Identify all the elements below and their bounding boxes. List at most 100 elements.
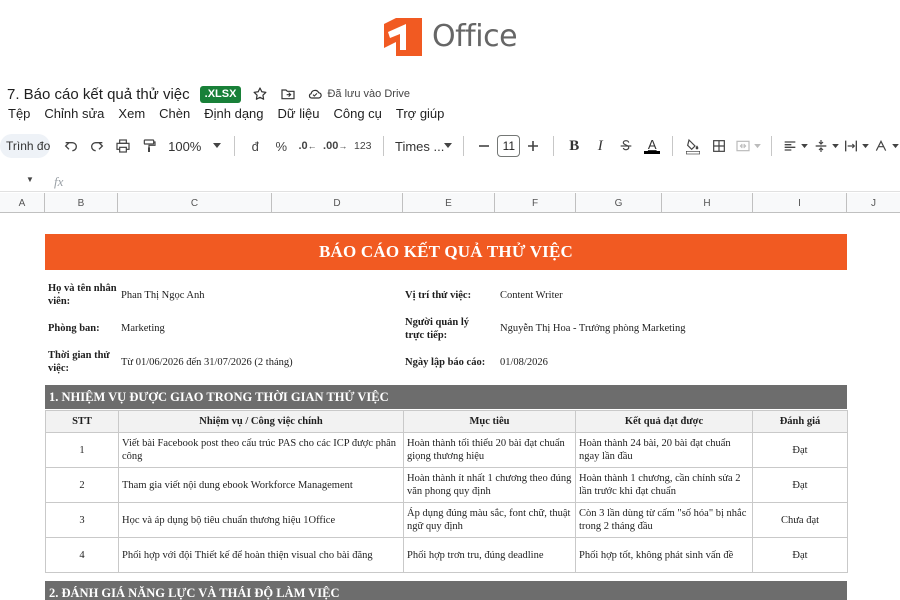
department-value[interactable]: Marketing: [121, 322, 165, 335]
horizontal-align-button[interactable]: [780, 134, 810, 158]
format-currency-button[interactable]: đ: [243, 134, 267, 158]
menu-format[interactable]: Định dạng: [204, 106, 263, 121]
table-cell[interactable]: Hoàn thành 24 bài, 20 bài đạt chuẩn ngay…: [575, 432, 753, 468]
menu-insert[interactable]: Chèn: [159, 106, 190, 121]
merge-cells-button[interactable]: [733, 134, 763, 158]
font-size-increase-button[interactable]: [521, 134, 545, 158]
chevron-down-icon: [891, 143, 899, 148]
doc-title[interactable]: 7. Báo cáo kết quả thử việc: [7, 86, 190, 103]
table-header[interactable]: Mục tiêu: [403, 410, 576, 433]
department-label: Phòng ban:: [48, 323, 100, 334]
column-header-h[interactable]: H: [662, 193, 753, 213]
table-cell[interactable]: Đạt: [752, 537, 848, 573]
table-header[interactable]: Đánh giá: [752, 410, 848, 433]
zoom-select[interactable]: 100%: [162, 139, 227, 154]
probation-period-value[interactable]: Từ 01/06/2026 đến 31/07/2026 (2 tháng): [121, 356, 293, 369]
redo-icon[interactable]: [85, 134, 109, 158]
table-cell[interactable]: Phối hợp với đội Thiết kế để hoàn thiện …: [118, 537, 404, 573]
number-format-button[interactable]: 123: [350, 134, 375, 158]
text-wrapping-button[interactable]: [842, 134, 870, 158]
table-cell[interactable]: Viết bài Facebook post theo cấu trúc PAS…: [118, 432, 404, 468]
section-1-title[interactable]: 1. NHIỆM VỤ ĐƯỢC GIAO TRONG THỜI GIAN TH…: [45, 385, 847, 409]
column-header-j[interactable]: J: [847, 193, 900, 213]
increase-decimal-button[interactable]: .00 →: [322, 134, 348, 158]
menu-file[interactable]: Tệp: [8, 106, 30, 121]
table-cell[interactable]: Đạt: [752, 467, 848, 503]
chevron-down-icon: [444, 143, 453, 148]
position-value[interactable]: Content Writer: [500, 289, 563, 302]
table-header[interactable]: STT: [45, 410, 119, 433]
font-size-input[interactable]: 11: [497, 135, 521, 157]
sheet-grid[interactable]: BÁO CÁO KẾT QUẢ THỬ VIỆC Họ và tên nhân …: [0, 214, 900, 600]
table-cell[interactable]: Học và áp dụng bộ tiêu chuẩn thương hiệu…: [118, 502, 404, 538]
table-cell[interactable]: Áp dụng đúng màu sắc, font chữ, thuật ng…: [403, 502, 576, 538]
font-family-select[interactable]: Times ...: [391, 139, 456, 154]
report-date-value[interactable]: 01/08/2026: [500, 356, 548, 369]
menu-search-button[interactable]: Trình đơn: [0, 134, 51, 158]
column-header-g[interactable]: G: [576, 193, 662, 213]
star-icon[interactable]: [251, 85, 269, 103]
borders-icon[interactable]: [707, 134, 731, 158]
font-size-decrease-button[interactable]: [472, 134, 496, 158]
menu-view[interactable]: Xem: [118, 106, 145, 121]
table-cell[interactable]: Chưa đạt: [752, 502, 848, 538]
move-to-folder-icon[interactable]: [279, 85, 297, 103]
column-header-f[interactable]: F: [495, 193, 576, 213]
menu-tools[interactable]: Công cụ: [333, 106, 381, 121]
print-icon[interactable]: [111, 134, 135, 158]
format-percent-button[interactable]: %: [269, 134, 293, 158]
name-box-dropdown-icon[interactable]: ▼: [26, 175, 34, 184]
table-cell[interactable]: 1: [45, 432, 119, 468]
chevron-down-icon: [862, 143, 870, 148]
table-cell[interactable]: 2: [45, 467, 119, 503]
decrease-decimal-button[interactable]: .0 ←: [295, 134, 320, 158]
menu-bar: Tệp Chỉnh sửa Xem Chèn Định dạng Dữ liệu…: [8, 104, 444, 122]
column-header-b[interactable]: B: [45, 193, 118, 213]
report-date-label: Ngày lập báo cáo:: [405, 357, 486, 368]
table-cell[interactable]: Phối hợp trơn tru, đúng deadline: [403, 537, 576, 573]
table-row: 3 Học và áp dụng bộ tiêu chuẩn thương hi…: [45, 502, 848, 538]
bold-button[interactable]: B: [562, 134, 586, 158]
table-cell[interactable]: Hoàn thành 1 chương, cần chỉnh sửa 2 lần…: [575, 467, 753, 503]
manager-value[interactable]: Nguyễn Thị Hoa - Trưởng phòng Marketing: [500, 322, 685, 335]
undo-icon[interactable]: [59, 134, 83, 158]
column-header-a[interactable]: A: [0, 193, 45, 213]
table-cell[interactable]: Còn 3 lần dùng từ cấm "số hóa" bị nhắc t…: [575, 502, 753, 538]
saved-status[interactable]: Đã lưu vào Drive: [307, 86, 410, 102]
fill-color-icon[interactable]: [681, 134, 705, 158]
section-2-title[interactable]: 2. ĐÁNH GIÁ NĂNG LỰC VÀ THÁI ĐỘ LÀM VIỆC: [45, 581, 847, 600]
column-header-c[interactable]: C: [118, 193, 272, 213]
table-cell[interactable]: Hoàn thành ít nhất 1 chương theo đúng vă…: [403, 467, 576, 503]
menu-edit[interactable]: Chỉnh sửa: [44, 106, 104, 121]
table-cell[interactable]: Tham gia viết nội dung ebook Workforce M…: [118, 467, 404, 503]
toolbar-divider: [463, 136, 465, 156]
arrow-left-icon: ←: [307, 141, 317, 151]
strikethrough-icon[interactable]: [614, 134, 638, 158]
italic-button[interactable]: I: [588, 134, 612, 158]
report-title[interactable]: BÁO CÁO KẾT QUẢ THỬ VIỆC: [45, 234, 847, 270]
column-header-d[interactable]: D: [272, 193, 403, 213]
column-header-i[interactable]: I: [753, 193, 847, 213]
employee-name-value[interactable]: Phan Thị Ngọc Anh: [121, 289, 205, 302]
text-color-button[interactable]: A: [640, 134, 664, 158]
align-left-icon: [784, 141, 796, 151]
font-family-value: Times ...: [394, 138, 445, 154]
text-rotation-button[interactable]: [872, 134, 899, 158]
menu-help[interactable]: Trợ giúp: [396, 106, 445, 121]
table-cell[interactable]: Đạt: [752, 432, 848, 468]
table-header[interactable]: Nhiệm vụ / Công việc chính: [118, 410, 404, 433]
table-cell[interactable]: 4: [45, 537, 119, 573]
table-cell[interactable]: Phối hợp tốt, không phát sinh vấn đề: [575, 537, 753, 573]
cloud-done-icon: [309, 89, 323, 99]
fx-icon: fx: [54, 174, 64, 189]
table-cell[interactable]: Hoàn thành tối thiểu 20 bài đạt chuẩn gi…: [403, 432, 576, 468]
table-row: 1 Viết bài Facebook post theo cấu trúc P…: [45, 432, 848, 468]
table-cell[interactable]: 3: [45, 502, 119, 538]
table-header[interactable]: Kết quả đạt được: [575, 410, 753, 433]
menu-data[interactable]: Dữ liệu: [278, 106, 320, 121]
paint-format-icon[interactable]: [137, 134, 161, 158]
column-header-e[interactable]: E: [403, 193, 495, 213]
chevron-down-icon: [213, 143, 222, 148]
vertical-align-button[interactable]: [812, 134, 840, 158]
toolbar-divider: [383, 136, 384, 156]
